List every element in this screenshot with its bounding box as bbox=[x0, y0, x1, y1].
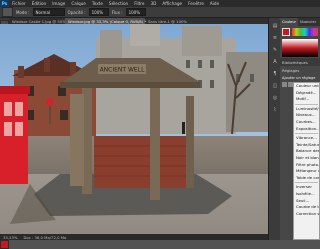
menu-item-gradient[interactable]: Dégradé... bbox=[294, 90, 319, 97]
menu-item-selective-color[interactable]: Correction sélective... bbox=[294, 211, 319, 218]
foreground-color-swatch[interactable] bbox=[0, 240, 9, 249]
ancient-well-sign-text: ANCIENT WELL bbox=[100, 67, 145, 74]
zoom-level[interactable]: 33,33% bbox=[3, 235, 17, 240]
menu-item-gradient-map[interactable]: Courbe de transfert... bbox=[294, 204, 319, 211]
menu-item-color-balance[interactable]: Balance des couleurs... bbox=[294, 148, 319, 155]
character-icon[interactable]: A bbox=[271, 58, 279, 66]
menu-item-pattern[interactable]: Motif... bbox=[294, 96, 319, 103]
menu-image[interactable]: Image bbox=[49, 1, 68, 6]
adjustments-tabs: Bibliothèques bbox=[280, 58, 320, 66]
menu-item-black-white[interactable]: Noir et blanc... bbox=[294, 155, 319, 162]
flow-field[interactable]: 100% bbox=[125, 8, 146, 16]
menu-item-solid-color[interactable]: Couleur unie... bbox=[294, 83, 319, 90]
no-entry-sign bbox=[46, 98, 54, 106]
menu-item-invert[interactable]: Inverser bbox=[294, 184, 319, 191]
menu-item-curves[interactable]: Courbes... bbox=[294, 119, 319, 126]
brush-settings-icon[interactable]: ✎ bbox=[271, 46, 279, 54]
photoshop-logo: Ps bbox=[0, 0, 9, 7]
pedestrian bbox=[182, 122, 185, 134]
menu-view[interactable]: Affichage bbox=[159, 1, 185, 6]
menu-item-photo-filter[interactable]: Filtre photo... bbox=[294, 162, 319, 169]
tab-swatches[interactable]: Nuancier bbox=[298, 18, 318, 26]
menu-bar: Ps Fichier Édition Image Calque Texte Sé… bbox=[0, 0, 320, 7]
mode-label: Mode : bbox=[16, 9, 30, 15]
adjustments-title: Ajouter un réglage bbox=[282, 75, 316, 80]
castle-tower-left bbox=[100, 30, 122, 60]
menu-item-channel-mixer[interactable]: Mélangeur de couches... bbox=[294, 168, 319, 175]
options-bar: Mode : Normal Opacité : 100% Flux : 100% bbox=[0, 7, 320, 18]
menu-item-posterize[interactable]: Isohélie... bbox=[294, 191, 319, 198]
opacity-label: Opacité : bbox=[67, 9, 86, 15]
foreground-swatch[interactable] bbox=[282, 28, 290, 36]
status-bar: 33,33% Doc : 36,0 Mo/72,0 Mo bbox=[0, 234, 268, 240]
castle-tower-right bbox=[182, 26, 222, 56]
menu-separator bbox=[295, 103, 318, 105]
menu-item-levels[interactable]: Niveaux... bbox=[294, 112, 319, 119]
photo-ancient-well: ANCIENT WELL bbox=[0, 24, 268, 234]
tab-color[interactable]: Couleur bbox=[280, 18, 298, 26]
menu-item-hue-saturation[interactable]: Teinte/Saturation... bbox=[294, 142, 319, 149]
castle-tower-center bbox=[130, 24, 160, 46]
color-ramp[interactable] bbox=[292, 28, 318, 36]
menu-separator bbox=[295, 182, 318, 184]
menu-item-exposure[interactable]: Exposition... bbox=[294, 126, 319, 133]
color-panel-tabs: Couleur Nuancier bbox=[280, 18, 320, 26]
menu-window[interactable]: Fenêtre bbox=[185, 1, 207, 6]
paths-icon[interactable]: ⌇ bbox=[271, 106, 279, 114]
menu-file[interactable]: Fichier bbox=[9, 1, 29, 6]
menu-item-color-lookup[interactable]: Table de correspondance... bbox=[294, 175, 319, 182]
menu-item-threshold[interactable]: Seuil... bbox=[294, 198, 319, 205]
menu-help[interactable]: Aide bbox=[207, 1, 222, 6]
menu-item-brightness-contrast[interactable]: Luminosité/Contraste... bbox=[294, 106, 319, 113]
brightness-icon[interactable] bbox=[282, 82, 287, 87]
properties-icon[interactable]: ≡ bbox=[271, 34, 279, 42]
menu-separator bbox=[295, 133, 318, 135]
channels-icon[interactable]: ◎ bbox=[271, 94, 279, 102]
adjustment-layer-menu: Couleur unie... Dégradé... Motif... Lumi… bbox=[293, 82, 320, 240]
color-spectrum[interactable] bbox=[282, 39, 318, 57]
menu-select[interactable]: Sélection bbox=[106, 1, 131, 6]
flow-label: Flux : bbox=[111, 9, 123, 15]
menu-type[interactable]: Texte bbox=[89, 1, 106, 6]
menu-edit[interactable]: Édition bbox=[29, 1, 50, 6]
tab-libraries[interactable]: Bibliothèques bbox=[282, 60, 308, 65]
opacity-field[interactable]: 100% bbox=[88, 8, 109, 16]
history-icon[interactable]: ▤ bbox=[271, 22, 279, 30]
well-brick-wall bbox=[94, 136, 190, 188]
tab-adjustments[interactable]: Réglages bbox=[282, 68, 299, 73]
menu-layer[interactable]: Calque bbox=[68, 1, 89, 6]
doc-size: Doc : 36,0 Mo/72,0 Mo bbox=[23, 234, 67, 240]
well-post-right bbox=[150, 80, 160, 200]
menu-filter[interactable]: Filtre bbox=[131, 1, 147, 6]
brush-tool-preset[interactable] bbox=[2, 7, 13, 17]
paragraph-icon[interactable]: ¶ bbox=[271, 70, 279, 78]
layers-icon[interactable]: ◫ bbox=[271, 82, 279, 90]
mode-select[interactable]: Normal bbox=[32, 8, 65, 16]
menu-item-vibrance[interactable]: Vibrance... bbox=[294, 135, 319, 142]
menu-3d[interactable]: 3D bbox=[148, 1, 160, 6]
color-picker-row bbox=[280, 26, 320, 38]
document-canvas[interactable]: ANCIENT WELL bbox=[0, 24, 268, 234]
